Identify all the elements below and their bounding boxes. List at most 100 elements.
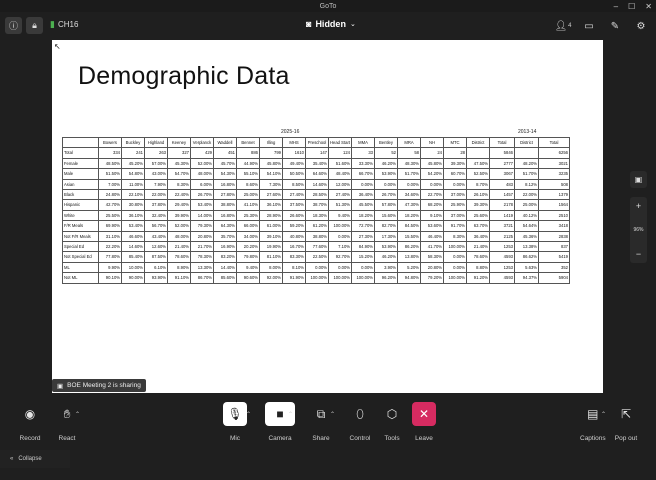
- column-header: [62, 136, 99, 149]
- table-cell: 26.60%: [282, 209, 306, 222]
- table-cell: 0.00%: [443, 178, 467, 191]
- table-cell: 5904: [538, 272, 570, 284]
- table-cell: 39.30%: [466, 199, 490, 211]
- table-cell: 84.90%: [351, 241, 375, 253]
- table-cell: 352: [538, 261, 570, 274]
- table-cell: 87.50%: [144, 251, 168, 263]
- table-cell: 28.50%: [305, 189, 329, 201]
- table-cell: 886: [236, 147, 260, 159]
- table-cell: 84.50%: [397, 220, 421, 232]
- table-cell: 91.90%: [282, 272, 306, 284]
- popout-control[interactable]: ⇱ Pop out: [614, 402, 638, 442]
- row-label: Not Special Ed: [62, 251, 99, 263]
- table-cell: 39.10%: [259, 230, 283, 243]
- row-label: Black: [62, 189, 99, 201]
- react-control[interactable]: ✋︎ React: [55, 402, 79, 443]
- captions-label: Captions: [580, 435, 606, 442]
- table-cell: 24: [420, 147, 444, 159]
- table-cell: 48.00%: [167, 230, 191, 243]
- table-cell: 5.20%: [397, 261, 421, 274]
- record-control[interactable]: ◉ Record: [18, 402, 42, 442]
- connection-chip[interactable]: ▮ CH16: [50, 19, 78, 30]
- table-cell: 9.90%: [98, 261, 122, 274]
- zoom-out-button[interactable]: −: [636, 249, 641, 259]
- table-cell: 17.30%: [374, 230, 398, 243]
- notes-button[interactable]: ✎: [606, 17, 624, 35]
- table-cell: 26.70%: [190, 189, 214, 201]
- column-header: Highland: [144, 136, 168, 149]
- table-cell: 56.70%: [144, 220, 168, 232]
- table-row: Asian 7.00% 11.00% 7.90% 8.30% 6.00% 16.80% 8.6…: [62, 178, 570, 191]
- table-cell: 21.70%: [190, 241, 214, 253]
- maximize-button[interactable]: ☐: [628, 2, 635, 11]
- table-cell: 2178: [489, 199, 515, 211]
- table-cell: 0.00%: [328, 230, 352, 243]
- view-mode-dropdown[interactable]: ◙ Hidden ⌄: [306, 19, 356, 29]
- info-button[interactable]: ⓘ: [5, 17, 22, 34]
- table-cell: 18.20%: [397, 209, 421, 222]
- table-cell: 36.10%: [121, 209, 145, 222]
- attendees-button[interactable]: 👤︎ 4: [554, 17, 572, 35]
- table-cell: 15.50%: [397, 230, 421, 243]
- table-header-row: Bowers Buckley Highland Keeney Verplanck Wadd…: [62, 136, 570, 149]
- table-cell: 7.90%: [144, 178, 168, 191]
- table-cell: 45.80%: [420, 157, 444, 170]
- control-control[interactable]: ⬯ Control: [348, 402, 372, 443]
- table-cell: 27.60%: [259, 189, 283, 201]
- table-cell: 72.70%: [351, 220, 375, 232]
- captions-control[interactable]: ▤ Captions: [580, 402, 606, 442]
- table-cell: 58.30%: [420, 251, 444, 263]
- column-header: Bowers: [98, 136, 122, 149]
- table-cell: 94.37%: [514, 272, 539, 284]
- table-cell: 92.00%: [259, 272, 283, 284]
- settings-button[interactable]: ⚙: [632, 17, 650, 35]
- share-caret-icon[interactable]: ⌃: [330, 411, 335, 418]
- table-cell: 3235: [538, 168, 570, 180]
- leave-control[interactable]: ✕ Leave: [412, 402, 436, 442]
- camera-control[interactable]: ■︎ Camera: [265, 402, 295, 442]
- table-cell: 9.10%: [420, 209, 444, 222]
- table-cell: 13.38%: [514, 241, 539, 253]
- lock-button[interactable]: 🔒︎: [26, 17, 43, 34]
- captions-caret-icon[interactable]: ⌃: [601, 411, 606, 418]
- close-window-button[interactable]: ✕: [645, 2, 652, 11]
- mic-control[interactable]: 🎙︎ Mic: [223, 402, 247, 442]
- camera-caret-icon[interactable]: ⌃: [288, 411, 293, 418]
- sharing-indicator: ▣ BOE Meeting 2 is sharing: [52, 379, 146, 392]
- demographic-table: Bowers Buckley Highland Keeney Verplanck Wadd…: [62, 136, 570, 284]
- table-cell: 3067: [489, 168, 515, 180]
- table-row: Male 51.50% 54.80% 43.00% 54.70% 48.00% 54.30%…: [62, 168, 570, 180]
- table-cell: 45.30%: [167, 157, 191, 170]
- chat-button[interactable]: ▭: [580, 17, 598, 35]
- tools-control[interactable]: ⬡ Tools: [380, 402, 404, 442]
- row-label: Asian: [62, 178, 99, 191]
- column-header: District: [466, 136, 490, 149]
- minimize-button[interactable]: –: [614, 2, 618, 11]
- table-cell: 263: [144, 147, 168, 159]
- table-cell: 51.50%: [98, 168, 122, 180]
- fit-screen-button[interactable]: ▣: [630, 171, 647, 188]
- table-cell: 61.20%: [305, 220, 329, 232]
- table-cell: 52.00%: [167, 220, 191, 232]
- table-cell: 25.30%: [236, 209, 260, 222]
- table-cell: 21.40%: [167, 241, 191, 253]
- table-cell: 27.80%: [213, 189, 237, 201]
- column-header: Total: [489, 136, 515, 149]
- react-caret-icon[interactable]: ⌃: [75, 411, 80, 418]
- share-control[interactable]: ⧉ Share: [309, 402, 333, 443]
- table-cell: 63.70%: [466, 220, 490, 232]
- slide-title: Demographic Data: [78, 62, 290, 90]
- table-cell: 35.70%: [213, 230, 237, 243]
- table-cell: 91.70%: [443, 220, 467, 232]
- table-cell: 8.90%: [167, 261, 191, 274]
- table-cell: 64.30%: [213, 220, 237, 232]
- mic-caret-icon[interactable]: ⌃: [246, 411, 251, 418]
- collapse-button[interactable]: « Collapse: [0, 450, 70, 468]
- table-cell: 77.80%: [98, 251, 122, 263]
- column-header: Bentley: [374, 136, 398, 149]
- shared-screen[interactable]: ↖ Demographic Data 2025-16 2013-14 Bower…: [52, 40, 603, 393]
- table-cell: 7.10%: [328, 241, 352, 253]
- zoom-in-button[interactable]: +: [636, 201, 641, 211]
- table-cell: 46.20%: [374, 157, 398, 170]
- group-label-right: 2013-14: [518, 129, 537, 135]
